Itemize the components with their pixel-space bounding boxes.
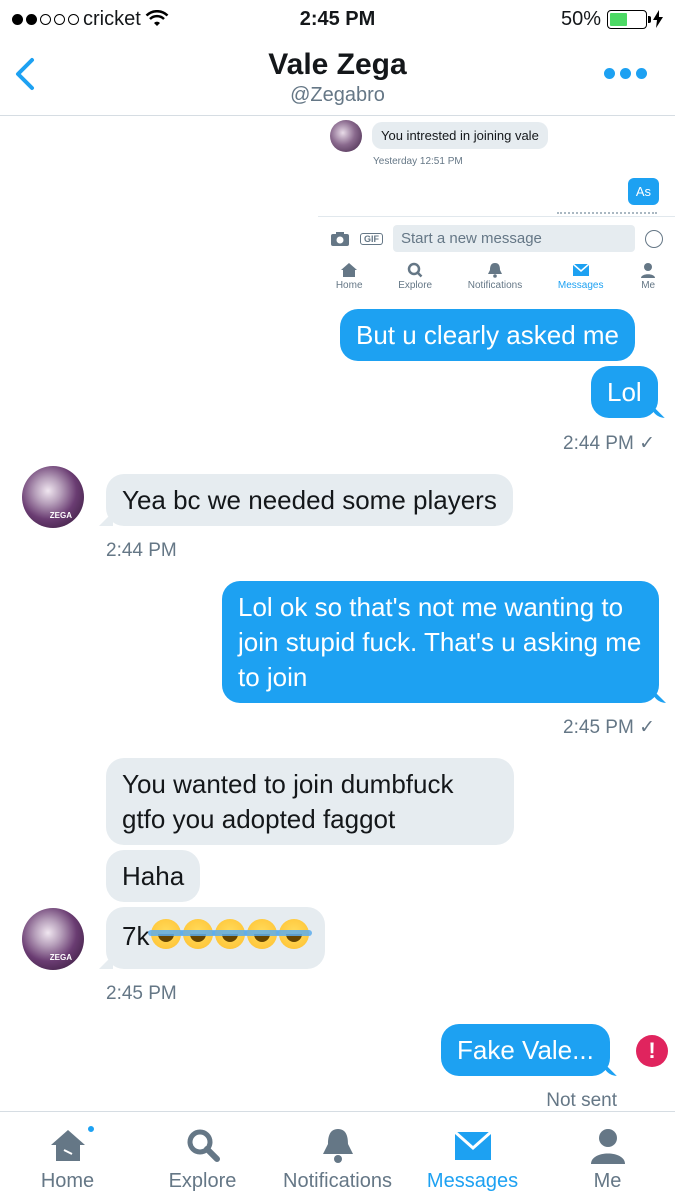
embed-incoming-message: You intrested in joining vale bbox=[372, 122, 548, 149]
embed-message-input: Start a new message bbox=[393, 225, 635, 252]
message-incoming[interactable]: You wanted to join dumbfuck gtfo you ado… bbox=[106, 758, 514, 845]
status-time: 2:45 PM bbox=[299, 7, 376, 30]
tab-label: Notifications bbox=[283, 1170, 392, 1192]
battery-icon bbox=[607, 9, 651, 29]
embed-incoming-time: Yesterday 12:51 PM bbox=[373, 156, 463, 167]
contact-handle: @Zegabro bbox=[290, 84, 385, 106]
envelope-icon bbox=[453, 1130, 492, 1160]
emoji-icon bbox=[645, 229, 663, 248]
tears-of-joy-emoji bbox=[244, 919, 281, 949]
home-icon bbox=[50, 1130, 85, 1161]
tears-of-joy-emoji bbox=[212, 919, 249, 949]
embed-tab-label: Explore bbox=[398, 280, 433, 291]
message-incoming-with-emoji[interactable]: 7k bbox=[106, 907, 326, 969]
embed-tabbar: Home Explore Notifications Messages Me bbox=[318, 262, 675, 306]
avatar-tag: ZEGA bbox=[49, 511, 72, 520]
message-timestamp: 2:44 PM bbox=[106, 540, 177, 561]
envelope-icon bbox=[572, 263, 590, 276]
embed-tab-explore: Explore bbox=[398, 262, 432, 306]
status-bar: cricket 2:45 PM 50% bbox=[0, 0, 675, 38]
embed-tab-label: Me bbox=[641, 280, 656, 291]
bell-icon bbox=[488, 263, 502, 278]
embed-tab-label: Home bbox=[335, 280, 363, 291]
message-incoming[interactable]: Haha bbox=[106, 850, 201, 902]
notification-dot bbox=[86, 1124, 96, 1134]
camera-icon bbox=[331, 231, 349, 246]
status-right: 50% bbox=[433, 8, 663, 31]
embed-composer: GIF Start a new message bbox=[318, 216, 675, 260]
contact-name: Vale Zega bbox=[268, 48, 407, 81]
embed-tab-home: Home bbox=[336, 262, 363, 306]
carrier-name: cricket bbox=[83, 7, 141, 30]
gif-icon: GIF bbox=[360, 232, 383, 245]
signal-strength-icon bbox=[12, 13, 79, 25]
person-icon bbox=[590, 1129, 625, 1164]
message-incoming[interactable]: Yea bc we needed some players bbox=[106, 474, 513, 526]
battery-fill bbox=[610, 12, 627, 26]
tab-label: Me bbox=[593, 1170, 622, 1192]
bell-icon bbox=[322, 1129, 353, 1163]
tab-home[interactable]: Home bbox=[0, 1112, 135, 1200]
embed-avatar bbox=[330, 120, 362, 152]
home-icon bbox=[341, 263, 358, 277]
error-alert-icon[interactable]: ! bbox=[636, 1035, 668, 1067]
message-outgoing[interactable]: But u clearly asked me bbox=[340, 309, 636, 361]
tab-notifications[interactable]: Notifications bbox=[270, 1112, 405, 1200]
tears-of-joy-emoji bbox=[148, 919, 185, 949]
message-outgoing[interactable]: Lol ok so that's not me wanting to join … bbox=[222, 581, 659, 703]
message-outgoing-failed[interactable]: Fake Vale... bbox=[441, 1024, 610, 1076]
tab-bar: Home Explore Notifications Messages Me bbox=[0, 1111, 675, 1200]
battery-percent: 50% bbox=[560, 7, 601, 30]
tab-messages[interactable]: Messages bbox=[405, 1112, 540, 1200]
tab-label: Home bbox=[40, 1170, 95, 1192]
embed-tab-label: Notifications bbox=[467, 280, 523, 291]
contact-avatar[interactable]: ZEGA bbox=[22, 466, 84, 528]
message-timestamp: 2:45 PM bbox=[106, 983, 177, 1004]
embed-tab-notifications: Notifications bbox=[468, 262, 522, 306]
tab-label: Messages bbox=[426, 1170, 519, 1192]
contact-avatar[interactable]: ZEGA bbox=[22, 908, 84, 970]
message-text: 7k bbox=[122, 921, 150, 951]
embed-tab-messages: Messages bbox=[557, 262, 604, 306]
status-left: cricket bbox=[12, 8, 242, 31]
conversation-header: Vale Zega @Zegabro bbox=[0, 38, 675, 116]
message-outgoing[interactable]: Lol bbox=[591, 366, 658, 418]
person-icon bbox=[641, 263, 656, 278]
more-options-icon[interactable] bbox=[604, 68, 647, 79]
tears-of-joy-emoji bbox=[276, 919, 313, 949]
tab-label: Explore bbox=[168, 1170, 237, 1192]
charging-bolt-icon bbox=[653, 10, 663, 28]
search-icon bbox=[187, 1129, 220, 1162]
embed-tab-me: Me bbox=[639, 262, 657, 306]
tears-of-joy-emoji bbox=[180, 919, 217, 949]
search-icon bbox=[407, 262, 423, 278]
message-timestamp: 2:44 PM ✓ bbox=[563, 433, 655, 454]
tab-me[interactable]: Me bbox=[540, 1112, 675, 1200]
message-timestamp: 2:45 PM ✓ bbox=[563, 717, 655, 738]
avatar-tag: ZEGA bbox=[49, 953, 72, 962]
message-status-not-sent: Not sent bbox=[546, 1090, 617, 1111]
embed-tab-label: Messages bbox=[557, 280, 604, 291]
embedded-screenshot[interactable]: You intrested in joining vale Yesterday … bbox=[318, 116, 675, 306]
tab-explore[interactable]: Explore bbox=[135, 1112, 270, 1200]
wifi-icon bbox=[145, 10, 169, 26]
embed-outgoing-message: As bbox=[627, 178, 659, 205]
